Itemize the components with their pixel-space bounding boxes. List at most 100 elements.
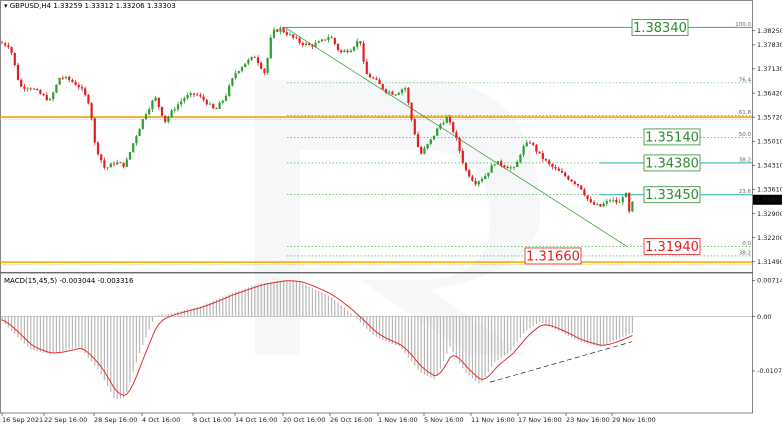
candle-body (237, 71, 240, 74)
candle-body (608, 200, 612, 202)
candle-body (372, 77, 375, 79)
candle-body (292, 34, 295, 38)
candle-body (10, 47, 13, 53)
candle-body (512, 166, 516, 168)
fib-level-label: 50.0 (739, 132, 752, 138)
level-label-text: 1.34380 (645, 156, 699, 171)
candle-body (394, 94, 397, 96)
candle-body (253, 56, 256, 58)
candle-body (154, 97, 157, 101)
candle-body (128, 151, 132, 160)
price-tick-label: 1.33610 (757, 186, 782, 194)
candle-body (13, 52, 16, 65)
macd-tick-label: -0.010776 (757, 367, 782, 375)
time-tick-label: 23 Nov 16:00 (566, 416, 610, 424)
candle-body (180, 101, 183, 105)
candle-body (336, 44, 340, 51)
candle-body (119, 162, 122, 164)
time-tick-label: 28 Sep 16:00 (94, 416, 137, 424)
candle-body (87, 94, 90, 104)
candle-body (106, 167, 109, 169)
candle-body (378, 79, 381, 85)
candle-body (375, 78, 378, 80)
candle-body (580, 185, 583, 190)
candle-body (612, 199, 615, 201)
candle-body (16, 64, 20, 80)
candle-body (618, 202, 621, 204)
candle-body (164, 115, 167, 122)
candle-body (282, 28, 285, 33)
price-tick-label: 1.32900 (757, 210, 782, 218)
candle-body (122, 162, 125, 167)
candle-body (599, 204, 602, 207)
candle-body (301, 42, 304, 46)
candle-body (304, 43, 308, 46)
candle-body (573, 181, 576, 184)
candle-body (240, 67, 244, 72)
candle-body (346, 50, 349, 53)
chart-canvas: 100.076.461.850.038.223.60.038.2 1.38250… (0, 0, 782, 424)
candle-body (135, 136, 138, 144)
candle-body (384, 89, 388, 93)
candle-body (551, 164, 554, 168)
candle-body (308, 43, 311, 46)
candle-body (621, 197, 624, 203)
candle-body (160, 106, 164, 116)
candle-body (471, 176, 474, 181)
price-tick-label: 1.31490 (757, 258, 782, 266)
candle-body (570, 179, 573, 182)
candle-body (503, 165, 506, 168)
candle-body (42, 93, 45, 96)
candle-body (442, 123, 445, 125)
candle-body (397, 92, 400, 95)
candle-body (295, 37, 298, 39)
candle-body (138, 128, 141, 137)
candle-body (93, 118, 96, 143)
candle-body (333, 37, 336, 45)
candle-body (116, 162, 119, 165)
candle-body (192, 93, 196, 95)
time-tick-label: 5 Nov 16:00 (424, 416, 464, 424)
price-tick-label: 1.37130 (757, 65, 782, 73)
candle-body (228, 85, 231, 96)
candle-body (624, 193, 628, 198)
candle-body (480, 179, 484, 182)
candle-body (205, 99, 208, 105)
candle-body (583, 189, 586, 196)
candle-body (144, 114, 148, 120)
candle-body (509, 167, 512, 169)
candle-body (615, 199, 618, 203)
level-label-text: 1.31660 (526, 249, 580, 264)
candle-body (535, 144, 538, 152)
candle-body (605, 200, 608, 204)
candle-body (71, 79, 74, 82)
candle-body (244, 63, 247, 68)
candle-body (628, 193, 631, 212)
candle-body (186, 95, 189, 99)
candle-body (324, 39, 327, 41)
symbol-readout-text: GBPUSD,H4 1.33259 1.33312 1.33206 1.3330… (9, 2, 176, 10)
price-tick-label: 1.38250 (757, 27, 782, 35)
candle-body (589, 199, 592, 203)
candle-body (298, 38, 301, 43)
candle-body (4, 43, 7, 46)
time-tick-label: 1 Nov 16:00 (378, 416, 418, 424)
candle-body (330, 37, 333, 39)
candle-body (381, 84, 384, 90)
candle-body (432, 135, 436, 140)
candle-body (426, 144, 429, 149)
candle-body (109, 163, 112, 168)
candle-body (477, 181, 480, 185)
candle-body (532, 143, 535, 145)
candle-body (631, 201, 634, 212)
candle-body (311, 45, 314, 47)
candle-body (410, 102, 413, 120)
candle-body (215, 108, 218, 110)
candle-body (400, 89, 404, 93)
candle-body (452, 122, 455, 133)
candle-body (493, 164, 496, 166)
candle-body (276, 29, 279, 32)
macd-readout: MACD(15,45,5) -0.003044 -0.003316 (4, 277, 134, 285)
candle-body (202, 96, 205, 100)
candle-body (100, 154, 103, 161)
